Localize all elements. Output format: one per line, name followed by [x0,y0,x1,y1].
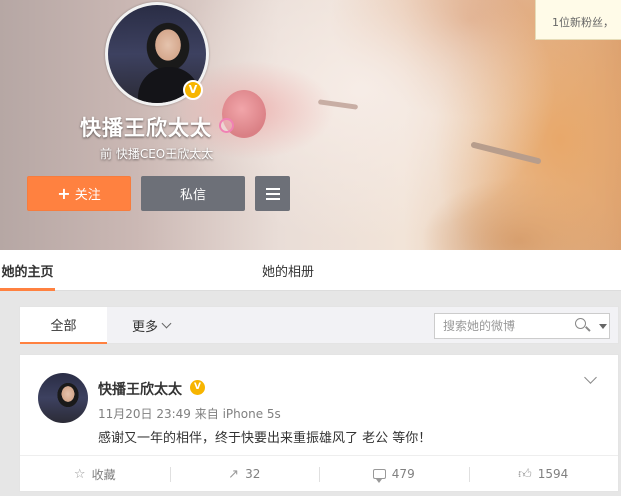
post-actions: ☆ 收藏 ↗ 32 479 👍︎ 1594 [20,455,618,492]
avatar[interactable] [38,373,88,423]
search-input[interactable] [443,315,573,337]
forward-count: 32 [245,467,261,481]
search-icon-lens [575,318,586,329]
favorite-label: 收藏 [91,467,116,482]
menu-icon [265,187,280,190]
filter-all-tab[interactable]: 全部 [20,307,107,344]
search-icon[interactable] [575,318,591,334]
thumbs-up-icon: 👍︎ [518,466,532,482]
comment-button[interactable]: 479 [319,456,469,492]
like-count: 1594 [537,467,569,481]
like-button[interactable]: 👍︎ 1594 [468,456,619,492]
follow-button-label: 关注 [74,188,101,203]
weibo-search-box [434,313,610,339]
filter-more-label: 更多 [132,320,159,335]
comment-icon [372,469,386,483]
post-text: 感谢又一年的相伴，终于快要出来重振雄风了 老公 等你！ [98,431,432,446]
profile-description: 前 快播CEO王欣太太 [100,147,214,161]
profile-cover: V 快播王欣太太 前 快播CEO王欣太太 + 关注 私信 [0,0,621,250]
message-button-label: 私信 [179,188,206,203]
verified-badge-icon: V [183,80,203,100]
forward-button[interactable]: ↗ 32 [169,456,320,492]
chevron-down-icon[interactable] [584,371,597,384]
favorite-button[interactable]: ☆ 收藏 [20,456,170,492]
menu-icon [265,192,280,195]
caret-down-icon[interactable] [599,323,607,329]
menu-icon [265,197,280,200]
post-meta: 11月20日 23:49 来自 iPhone 5s [98,407,281,421]
profile-name: 快播王欣太太 [80,116,212,140]
cover-photo-detail [317,99,359,110]
comment-count: 479 [391,467,415,481]
message-button[interactable]: 私信 [141,176,245,211]
tab-album[interactable]: 她的相册 [262,250,314,291]
plus-icon: + [57,184,71,203]
feed-filter-bar: 全部 更多 [19,306,619,344]
post-author[interactable]: 快播王欣太太 [98,379,182,399]
follow-button[interactable]: + 关注 [27,176,131,211]
profile-tabs: 她的主页 她的相册 [0,250,621,291]
search-icon-handle [585,326,591,332]
more-menu-button[interactable] [255,176,290,211]
feed-card: 快播王欣太太 V 11月20日 23:49 来自 iPhone 5s 感谢又一年… [19,354,619,492]
filter-more-dropdown[interactable]: 更多 [132,307,172,344]
verified-badge-icon: V [190,380,205,395]
new-fans-notice[interactable]: 1位新粉丝， [535,0,621,40]
female-icon [219,118,234,133]
star-icon: ☆ [73,466,86,482]
cover-photo-detail [470,141,542,165]
chevron-down-icon [161,318,172,329]
tab-home[interactable]: 她的主页 [0,250,55,291]
forward-icon: ↗ [228,466,240,482]
